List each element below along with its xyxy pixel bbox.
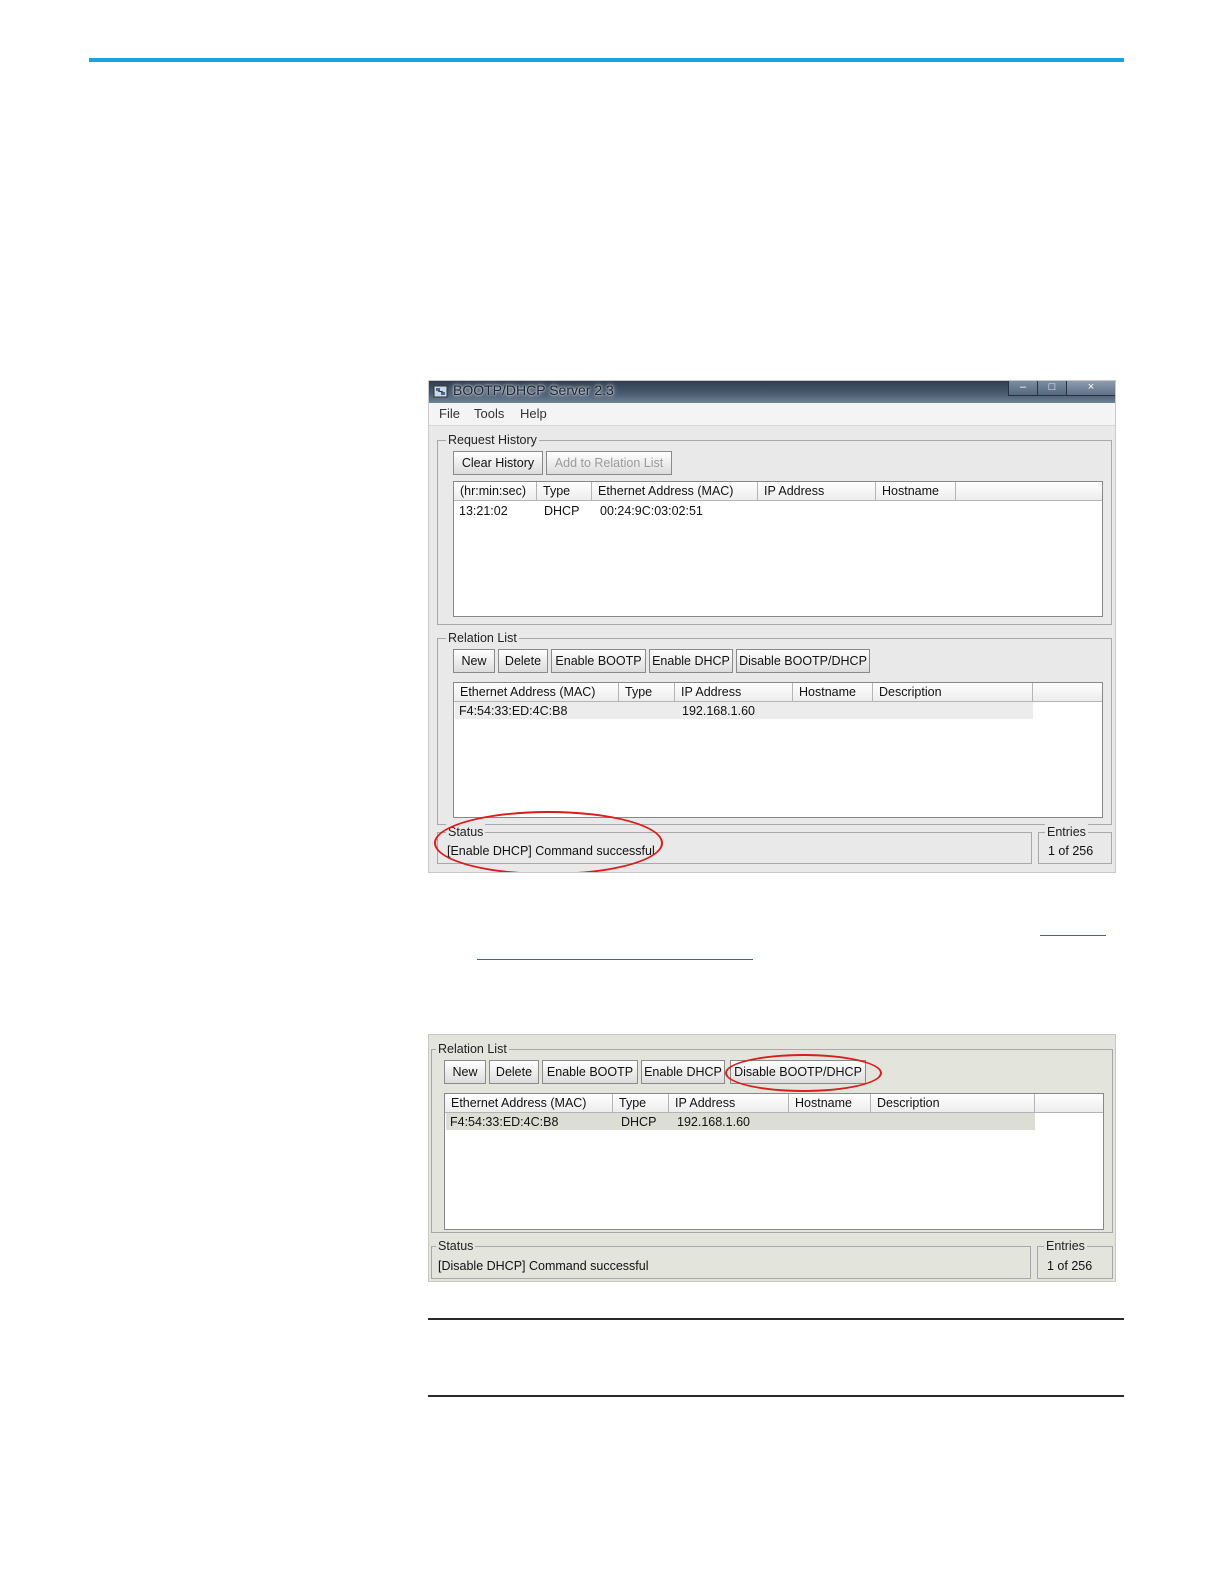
relation-list-label: Relation List [436, 1041, 509, 1057]
column-header-mac[interactable]: Ethernet Address (MAC) [592, 482, 758, 500]
title-bar[interactable]: BOOTP/DHCP Server 2.3 – □ × [429, 381, 1115, 403]
note-top-rule [428, 1318, 1124, 1320]
relation-list-group: Relation List New Delete Enable BOOTP En… [437, 630, 1112, 825]
column-header-ip[interactable]: IP Address [758, 482, 876, 500]
maximize-button[interactable]: □ [1037, 381, 1067, 396]
table-header: Ethernet Address (MAC) Type IP Address H… [445, 1094, 1103, 1113]
app-network-icon [433, 385, 448, 398]
cell-ip: 192.168.1.60 [682, 704, 755, 718]
cell-mac: F4:54:33:ED:4C:B8 [459, 704, 568, 718]
table-header: (hr:min:sec) Type Ethernet Address (MAC)… [454, 482, 1102, 501]
enable-dhcp-button[interactable]: Enable DHCP [641, 1060, 725, 1084]
entries-label: Entries [1045, 824, 1088, 840]
relation-list-table[interactable]: Ethernet Address (MAC) Type IP Address H… [453, 682, 1103, 818]
column-header-description[interactable]: Description [871, 1094, 1035, 1112]
request-history-group: Request History Clear History Add to Rel… [437, 432, 1112, 625]
column-header-hostname[interactable]: Hostname [789, 1094, 871, 1112]
close-button[interactable]: × [1066, 381, 1115, 396]
request-history-label: Request History [446, 432, 539, 448]
new-button[interactable]: New [444, 1060, 486, 1084]
column-header-type[interactable]: Type [619, 683, 675, 701]
cell-mac: 00:24:9C:03:02:51 [600, 504, 703, 518]
status-highlight-ellipse [434, 811, 663, 872]
delete-button[interactable]: Delete [498, 649, 548, 673]
window-title: BOOTP/DHCP Server 2.3 [453, 382, 614, 398]
entries-count: 1 of 256 [1048, 844, 1094, 858]
request-history-table[interactable]: (hr:min:sec) Type Ethernet Address (MAC)… [453, 481, 1103, 617]
cell-ip: 192.168.1.60 [677, 1115, 750, 1129]
link-underline [1040, 935, 1106, 936]
status-group: Status [Disable DHCP] Command successful [431, 1238, 1031, 1279]
cell-type: DHCP [621, 1115, 657, 1129]
column-header-hostname[interactable]: Hostname [793, 683, 873, 701]
delete-button[interactable]: Delete [489, 1060, 539, 1084]
relation-list-screenshot: Relation List New Delete Enable BOOTP En… [428, 1034, 1116, 1282]
cell-mac: F4:54:33:ED:4C:B8 [450, 1115, 559, 1129]
header-rule [89, 58, 1124, 62]
enable-dhcp-button[interactable]: Enable DHCP [649, 649, 733, 673]
bootp-dhcp-server-window: BOOTP/DHCP Server 2.3 – □ × File Tools H… [428, 380, 1116, 873]
entries-group: Entries 1 of 256 [1037, 1238, 1113, 1279]
entries-label: Entries [1044, 1238, 1087, 1254]
cell-type: DHCP [544, 504, 580, 518]
status-label: Status [436, 1238, 476, 1254]
column-header-type[interactable]: Type [537, 482, 592, 500]
column-header-mac[interactable]: Ethernet Address (MAC) [454, 683, 619, 701]
note-bottom-rule [428, 1395, 1124, 1397]
entries-group: Entries 1 of 256 [1038, 824, 1112, 864]
menu-tools[interactable]: Tools [474, 406, 504, 421]
relation-list-label: Relation List [446, 630, 519, 646]
new-button[interactable]: New [453, 649, 495, 673]
table-header: Ethernet Address (MAC) Type IP Address H… [454, 683, 1102, 702]
minimize-button[interactable]: – [1008, 381, 1038, 396]
entries-count: 1 of 256 [1047, 1259, 1093, 1273]
disable-bootp-dhcp-button[interactable]: Disable BOOTP/DHCP [736, 649, 870, 673]
column-header-description[interactable]: Description [873, 683, 1033, 701]
enable-bootp-button[interactable]: Enable BOOTP [551, 649, 646, 673]
relation-list-table[interactable]: Ethernet Address (MAC) Type IP Address H… [444, 1093, 1104, 1230]
cell-time: 13:21:02 [459, 504, 508, 518]
link-underline [477, 959, 753, 960]
menu-help[interactable]: Help [520, 406, 547, 421]
add-to-relation-list-button[interactable]: Add to Relation List [546, 451, 672, 475]
menu-file[interactable]: File [439, 406, 460, 421]
enable-bootp-button[interactable]: Enable BOOTP [542, 1060, 638, 1084]
column-header-mac[interactable]: Ethernet Address (MAC) [445, 1094, 613, 1112]
cross-reference-link-continued[interactable] [477, 946, 753, 960]
column-header-ip[interactable]: IP Address [675, 683, 793, 701]
clear-history-button[interactable]: Clear History [453, 451, 543, 475]
column-header-type[interactable]: Type [613, 1094, 669, 1112]
menu-bar: File Tools Help [429, 403, 1115, 426]
status-message: [Disable DHCP] Command successful [438, 1259, 649, 1273]
column-header-hostname[interactable]: Hostname [876, 482, 956, 500]
column-header-time[interactable]: (hr:min:sec) [454, 482, 537, 500]
cross-reference-link[interactable] [1040, 922, 1106, 936]
disable-button-highlight-ellipse [725, 1054, 882, 1092]
column-header-ip[interactable]: IP Address [669, 1094, 789, 1112]
